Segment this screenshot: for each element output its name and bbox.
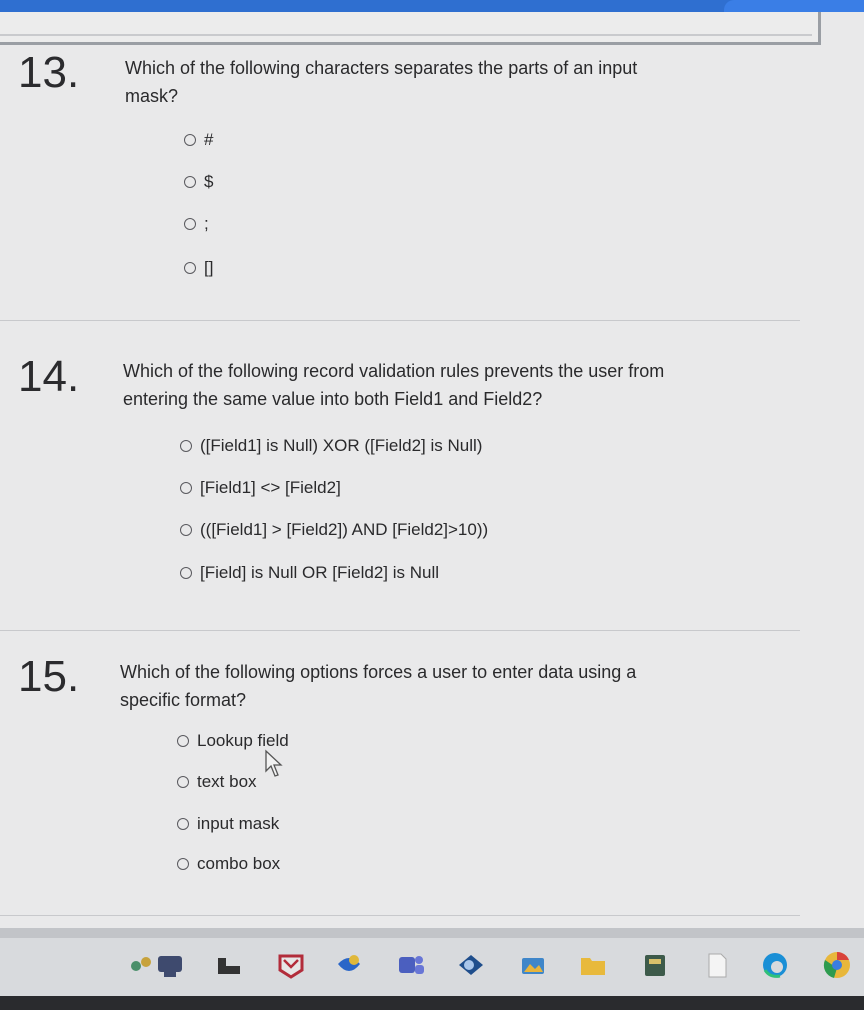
question-divider — [0, 320, 800, 321]
option-label: (([Field1] > [Field2]) AND [Field2]>10)) — [200, 520, 489, 539]
radio-button[interactable] — [184, 218, 196, 230]
mouse-cursor-icon — [265, 749, 283, 777]
window-top-bar — [0, 0, 864, 12]
radio-button[interactable] — [184, 176, 196, 188]
question-text: Which of the following record validation… — [123, 361, 665, 409]
option-label: [] — [204, 258, 214, 277]
answer-option[interactable]: input mask — [177, 812, 279, 836]
radio-button[interactable] — [177, 818, 189, 830]
radio-button[interactable] — [180, 567, 192, 579]
top-right-tab — [724, 0, 864, 12]
answer-option[interactable]: ; — [184, 212, 209, 236]
radio-button[interactable] — [184, 134, 196, 146]
answer-option[interactable]: $ — [184, 170, 213, 194]
radio-button[interactable] — [177, 735, 189, 747]
option-label: $ — [204, 172, 214, 191]
chrome-icon[interactable] — [822, 950, 852, 980]
question-number: 14. — [18, 352, 80, 401]
camera-icon[interactable] — [456, 950, 486, 980]
option-label: # — [204, 130, 214, 149]
widgets-icon[interactable] — [128, 950, 186, 980]
folder-icon[interactable] — [578, 950, 608, 980]
radio-button[interactable] — [177, 858, 189, 870]
option-label: text box — [197, 772, 257, 791]
radio-button[interactable] — [180, 482, 192, 494]
photos-icon[interactable] — [518, 950, 548, 980]
answer-option[interactable]: [Field1] <> [Field2] — [180, 476, 341, 500]
question-text: Which of the following characters separa… — [125, 58, 638, 106]
answer-option[interactable]: combo box — [177, 852, 280, 876]
option-label: [Field] is Null OR [Field2] is Null — [200, 563, 440, 582]
question-text: Which of the following options forces a … — [120, 662, 637, 710]
radio-button[interactable] — [184, 262, 196, 274]
mail-icon[interactable] — [276, 950, 306, 980]
answer-option[interactable]: (([Field1] > [Field2]) AND [Field2]>10)) — [180, 518, 488, 542]
question-number: 15. — [18, 652, 80, 701]
question-number: 13. — [18, 48, 80, 97]
option-label: ; — [204, 214, 209, 233]
question-divider — [0, 915, 800, 916]
calculator-icon[interactable] — [640, 950, 670, 980]
answer-option[interactable]: # — [184, 128, 213, 152]
radio-button[interactable] — [177, 776, 189, 788]
radio-button[interactable] — [180, 524, 192, 536]
option-label: input mask — [197, 814, 280, 833]
radio-button[interactable] — [180, 440, 192, 452]
answer-option[interactable]: ([Field1] is Null) XOR ([Field2] is Null… — [180, 434, 482, 458]
question-divider — [0, 630, 800, 631]
teams-icon[interactable] — [396, 950, 426, 980]
option-label: ([Field1] is Null) XOR ([Field2] is Null… — [200, 436, 483, 455]
top-frame — [0, 12, 821, 45]
option-label: [Field1] <> [Field2] — [200, 478, 341, 497]
edge-icon[interactable] — [760, 950, 790, 980]
document-icon[interactable] — [702, 950, 732, 980]
answer-option[interactable]: [] — [184, 256, 213, 280]
answer-option[interactable]: [Field] is Null OR [Field2] is Null — [180, 561, 439, 585]
answer-option[interactable]: text box — [177, 770, 257, 794]
option-label: combo box — [197, 854, 281, 873]
file-explorer-icon[interactable] — [214, 950, 244, 980]
store-icon[interactable] — [334, 950, 364, 980]
